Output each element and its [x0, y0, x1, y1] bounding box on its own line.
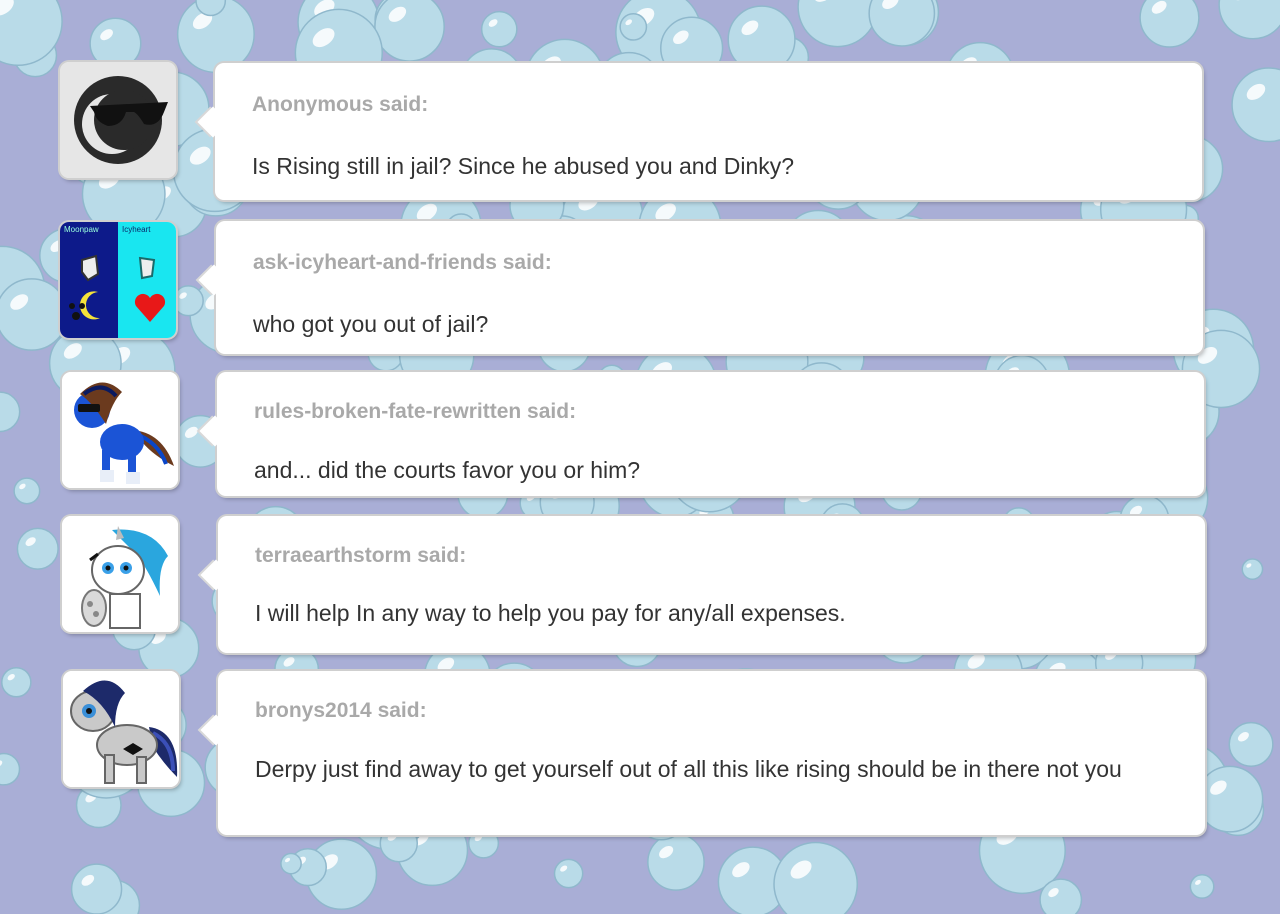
bubble [1196, 765, 1264, 833]
bubble [1039, 878, 1083, 914]
avatar[interactable] [60, 62, 176, 178]
question-text: Derpy just find away to get yourself out… [255, 756, 1122, 782]
question-card: bronys2014 said: Derpy just find away to… [218, 671, 1205, 835]
white-unicorn-avatar-icon [62, 516, 178, 632]
bubble [773, 841, 859, 914]
bubble [1218, 0, 1280, 40]
bubble [1241, 558, 1264, 580]
asker-name[interactable]: bronys2014 said: [255, 699, 427, 723]
bubble [280, 852, 302, 875]
question-text: Is Rising still in jail? Since he abused… [252, 153, 795, 179]
bubble [1, 666, 32, 698]
question-text: and... did the courts favor you or him? [254, 457, 641, 483]
question-card: ask-icyheart-and-friends said: who got y… [216, 221, 1203, 354]
bubble [13, 477, 41, 505]
question-card: Anonymous said: Is Rising still in jail?… [215, 63, 1202, 200]
bubble [374, 0, 445, 62]
bubble [797, 0, 878, 48]
avatar[interactable]: Moonpaw Icyheart [60, 222, 176, 338]
avatar-caption-left: Moonpaw [64, 225, 99, 234]
blue-pony-avatar-icon [62, 372, 178, 488]
asker-name[interactable]: rules-broken-fate-rewritten said: [254, 400, 576, 424]
bubble [553, 858, 584, 889]
bubble [1228, 721, 1274, 767]
bubble [1231, 67, 1280, 143]
bubble [1189, 874, 1215, 899]
bubble [0, 752, 21, 786]
bubble [0, 391, 21, 433]
bubble [70, 863, 123, 914]
anonymous-sunglasses-moon-icon [60, 62, 176, 178]
question-text: who got you out of jail? [253, 311, 489, 337]
icyheart-split-avatar-icon: Moonpaw Icyheart [60, 222, 176, 338]
asker-name[interactable]: ask-icyheart-and-friends said: [253, 251, 552, 275]
bubble [0, 278, 69, 351]
question-card: terraearthstorm said: I will help In any… [218, 516, 1205, 653]
question-card: rules-broken-fate-rewritten said: and...… [217, 372, 1204, 496]
asker-name[interactable]: terraearthstorm said: [255, 544, 466, 568]
question-text: I will help In any way to help you pay f… [255, 600, 846, 626]
avatar[interactable] [62, 372, 178, 488]
bubble [1139, 0, 1200, 48]
grey-pony-bowtie-avatar-icon [63, 671, 179, 787]
avatar[interactable] [62, 516, 178, 632]
bubble [647, 833, 705, 891]
bubble [172, 285, 204, 317]
bubble [619, 12, 648, 41]
asker-name[interactable]: Anonymous said: [252, 93, 428, 117]
bubble [16, 527, 59, 570]
avatar[interactable] [63, 671, 179, 787]
avatar-caption-right: Icyheart [122, 225, 151, 234]
bubble [480, 10, 518, 48]
